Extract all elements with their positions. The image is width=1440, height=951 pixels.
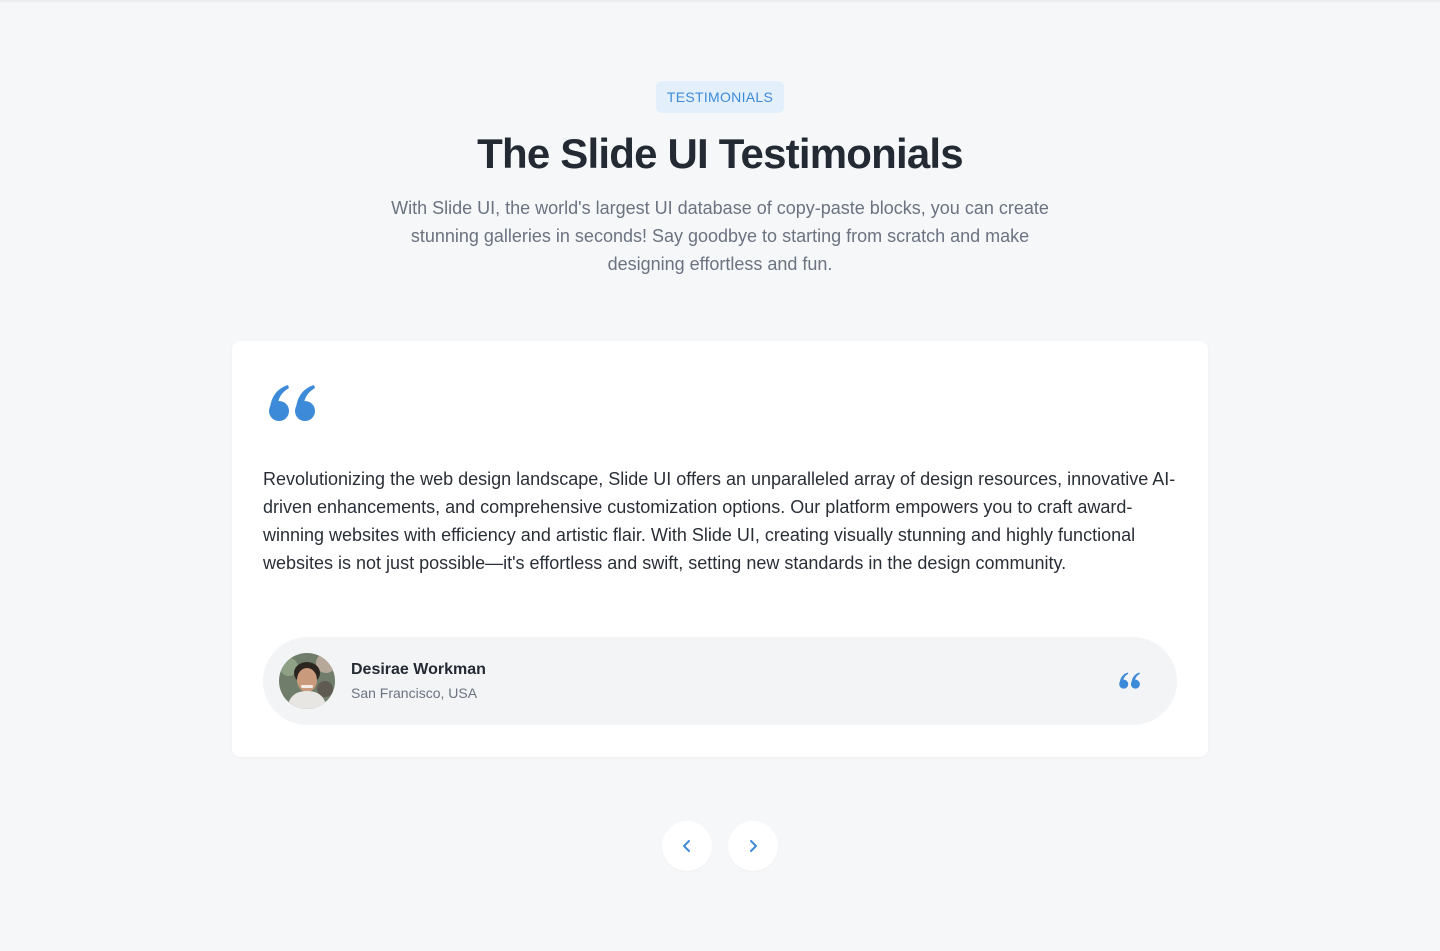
previous-testimonial-button[interactable]	[662, 821, 712, 871]
top-divider	[0, 0, 1440, 2]
quote-mark-icon	[1119, 672, 1140, 689]
testimonial-quote: Revolutionizing the web design landscape…	[263, 469, 1176, 573]
page-title: The Slide UI Testimonials	[477, 130, 963, 177]
quote-mark-icon	[269, 385, 315, 421]
chevron-left-icon	[683, 840, 690, 852]
section-badge: TESTIMONIALS	[656, 81, 784, 113]
section-subtitle: With Slide UI, the world's largest UI da…	[391, 198, 1049, 274]
chevron-right-icon	[750, 840, 757, 852]
author-location: San Francisco, USA	[351, 685, 478, 701]
author-name: Desirae Workman	[351, 661, 486, 678]
avatar	[279, 653, 335, 709]
next-testimonial-button[interactable]	[728, 821, 778, 871]
testimonial-author: Desirae Workman San Francisco, USA	[263, 637, 1177, 725]
